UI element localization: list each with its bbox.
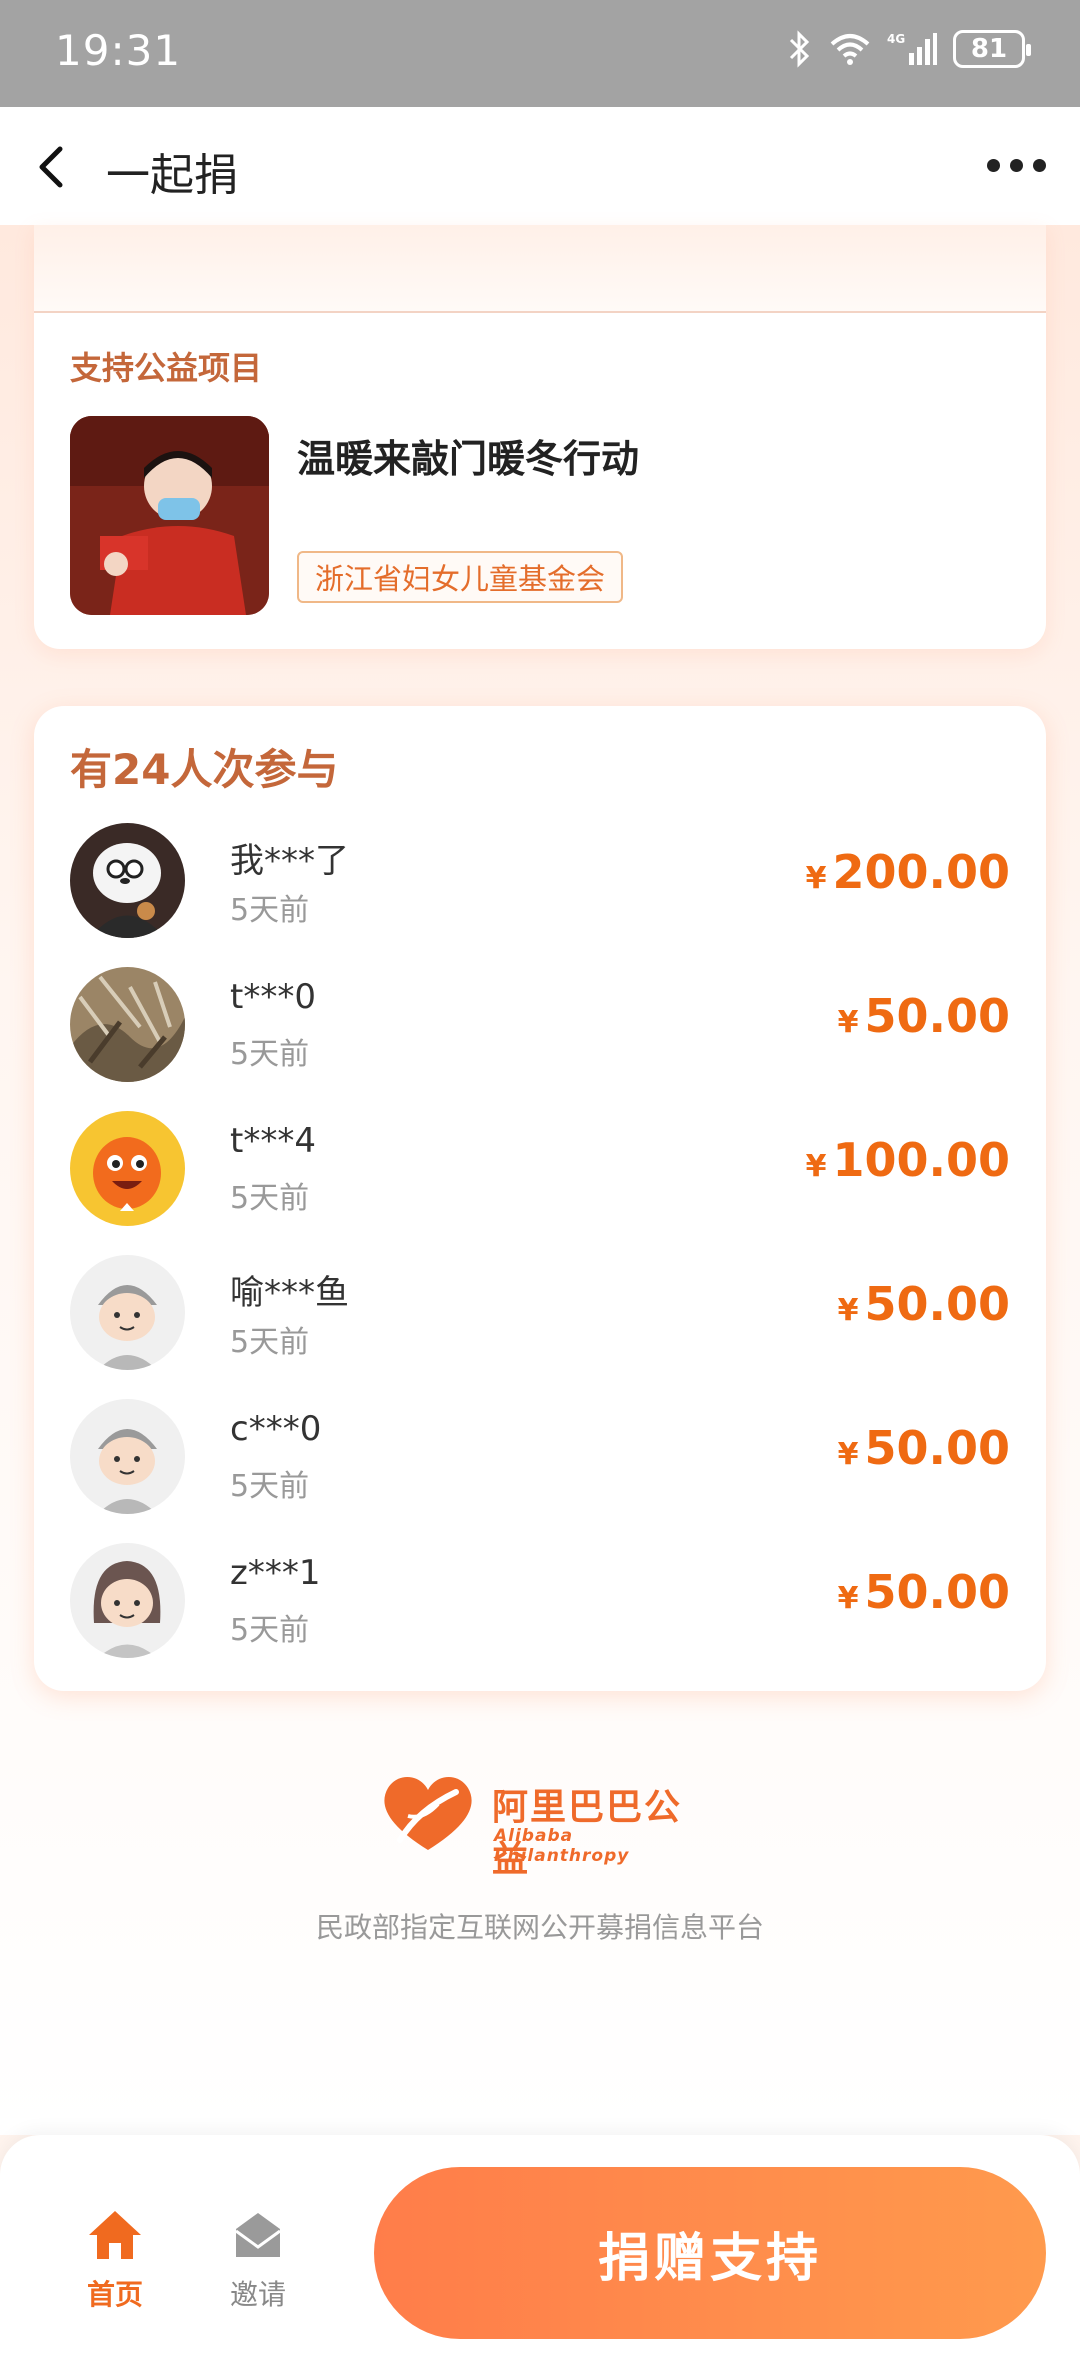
currency-symbol: ¥ xyxy=(837,1293,859,1328)
donor-time: 5天前 xyxy=(230,1325,310,1360)
panda-bear-avatar xyxy=(70,823,185,938)
currency-symbol: ¥ xyxy=(837,1005,859,1040)
donor-amount: ¥ 50.00 xyxy=(838,1421,1010,1475)
battery-indicator: 81 xyxy=(953,30,1031,68)
back-arrow-icon[interactable] xyxy=(32,145,76,189)
grass-photo-avatar xyxy=(70,967,185,1082)
donor-time: 5天前 xyxy=(230,893,310,928)
donor-name: 我***了 xyxy=(230,841,349,881)
donor-time: 5天前 xyxy=(230,1181,310,1216)
svg-text:4G: 4G xyxy=(887,32,905,46)
signal-icon: 4G xyxy=(887,32,937,65)
donor-name: 喻***鱼 xyxy=(230,1273,349,1313)
donors-card: 有24人次参与 我***了 5天前 ¥ 200.00 t***0 5天前 ¥ 5… xyxy=(34,706,1046,1691)
tab-invite-label: 邀请 xyxy=(229,2278,286,2311)
participants-heading: 有24人次参与 xyxy=(70,745,339,794)
donor-row: t***4 5天前 ¥ 100.00 xyxy=(34,1111,1046,1231)
boy-cartoon-avatar xyxy=(70,1255,185,1370)
currency-symbol: ¥ xyxy=(805,861,827,896)
project-title[interactable]: 温暖来敲门暖冬行动 xyxy=(297,428,639,483)
donor-name: t***4 xyxy=(230,1121,316,1161)
home-icon xyxy=(89,2211,141,2259)
orange-mascot-avatar xyxy=(70,1111,185,1226)
amount-value: 50.00 xyxy=(864,1421,1010,1475)
heart-logo-icon xyxy=(384,1776,472,1850)
battery-level: 81 xyxy=(970,34,1008,64)
status-icons: 4G 81 xyxy=(787,30,1031,68)
nav-bar: 一起捐 xyxy=(0,107,1080,225)
donor-amount: ¥ 50.00 xyxy=(838,989,1010,1043)
donor-amount: ¥ 50.00 xyxy=(838,1565,1010,1619)
project-card: 支持公益项目 温暖来敲门暖冬行动 浙江省妇女儿童基金会 xyxy=(34,225,1046,649)
donor-name: c***0 xyxy=(230,1409,322,1449)
section-label: 支持公益项目 xyxy=(70,349,263,387)
amount-value: 50.00 xyxy=(864,989,1010,1043)
currency-symbol: ¥ xyxy=(837,1437,859,1472)
page-title: 一起捐 xyxy=(106,150,238,201)
bottom-bar: 首页 邀请 捐赠支持 xyxy=(0,2135,1080,2375)
amount-value: 50.00 xyxy=(864,1565,1010,1619)
donor-amount: ¥ 100.00 xyxy=(806,1133,1010,1187)
tab-home-label: 首页 xyxy=(86,2278,143,2311)
donor-amount: ¥ 50.00 xyxy=(838,1277,1010,1331)
more-options-icon[interactable] xyxy=(987,159,1046,172)
donor-time: 5天前 xyxy=(230,1469,310,1504)
status-time: 19:31 xyxy=(55,26,182,75)
donor-name: t***0 xyxy=(230,977,316,1017)
envelope-icon xyxy=(235,2213,281,2257)
wifi-icon xyxy=(830,34,870,65)
donor-row: c***0 5天前 ¥ 50.00 xyxy=(34,1399,1046,1519)
currency-symbol: ¥ xyxy=(805,1149,827,1184)
donor-row: 喻***鱼 5天前 ¥ 50.00 xyxy=(34,1255,1046,1375)
donor-row: 我***了 5天前 ¥ 200.00 xyxy=(34,823,1046,943)
bluetooth-icon xyxy=(789,30,810,68)
donor-row: z***1 5天前 ¥ 50.00 xyxy=(34,1543,1046,1663)
donor-name: z***1 xyxy=(230,1553,321,1593)
project-thumbnail[interactable] xyxy=(70,416,269,615)
donate-button[interactable]: 捐赠支持 xyxy=(374,2167,1046,2339)
donor-time: 5天前 xyxy=(230,1613,310,1648)
boy-cartoon-avatar xyxy=(70,1399,185,1514)
amount-value: 100.00 xyxy=(832,1133,1010,1187)
card-top-fade xyxy=(34,225,1046,313)
amount-value: 50.00 xyxy=(864,1277,1010,1331)
status-bar: 19:31 4G 81 xyxy=(0,0,1080,107)
donor-amount: ¥ 200.00 xyxy=(806,845,1010,899)
alibaba-philanthropy-logo: 阿里巴巴公益 Alibaba Philanthropy xyxy=(378,1770,708,1880)
organization-tag: 浙江省妇女儿童基金会 xyxy=(297,551,624,603)
donor-time: 5天前 xyxy=(230,1037,310,1072)
logo-text-en: Alibaba Philanthropy xyxy=(494,1826,630,1866)
platform-notice: 民政部指定互联网公开募捐信息平台 xyxy=(315,1911,764,1944)
currency-symbol: ¥ xyxy=(837,1581,859,1616)
tab-invite[interactable]: 邀请 xyxy=(213,2207,303,2313)
donor-row: t***0 5天前 ¥ 50.00 xyxy=(34,967,1046,1087)
amount-value: 200.00 xyxy=(832,845,1010,899)
tab-home[interactable]: 首页 xyxy=(70,2207,160,2313)
girl-cartoon-avatar xyxy=(70,1543,185,1658)
